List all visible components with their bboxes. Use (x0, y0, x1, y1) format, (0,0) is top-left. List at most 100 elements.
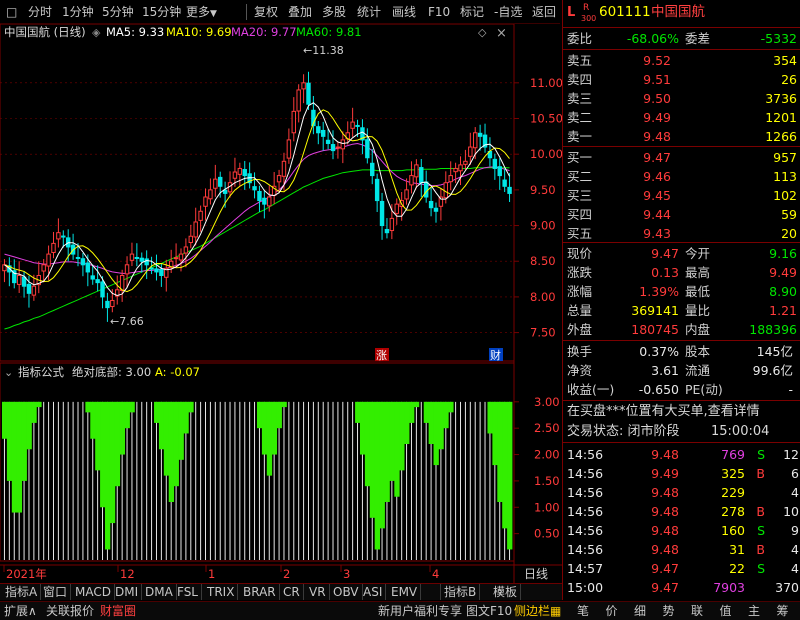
indicator-tab[interactable]: CR (280, 584, 304, 600)
remove-watchlist-button[interactable]: -自选 (494, 3, 522, 21)
diejia-button[interactable]: 叠加 (288, 3, 312, 21)
indicator-tab[interactable]: MACD (72, 584, 115, 600)
bid-row[interactable]: 买一 9.47 957 (563, 148, 800, 167)
fund-value: 145亿 (756, 344, 793, 359)
ask-row[interactable]: 卖二 9.49 1201 (563, 108, 800, 127)
related-quotes-button[interactable]: 关联报价 (46, 603, 94, 620)
indicator-name[interactable]: 指标公式 (18, 365, 64, 379)
panel-tab[interactable]: 价 (601, 603, 623, 620)
panel-tab[interactable]: 值 (715, 603, 737, 620)
indicator-tab[interactable]: 模板 (490, 584, 522, 600)
chart-title: 中国国航 (日线) (4, 25, 86, 39)
tab-15min[interactable]: 15分钟 (142, 3, 181, 21)
candle-body (355, 124, 360, 127)
indicator-green-bar (423, 401, 430, 423)
stat-label: 最高 (685, 265, 711, 280)
duogu-button[interactable]: 多股 (322, 3, 346, 21)
tab-1min[interactable]: 1分钟 (62, 3, 94, 21)
expand-button[interactable]: 扩展∧ (4, 603, 37, 620)
candle-body (90, 275, 95, 280)
legend-toggle-icon[interactable]: ◈ (92, 26, 101, 39)
ask-label: 卖五 (567, 53, 593, 68)
indicator-green-bar (154, 401, 160, 423)
bid-row[interactable]: 买二 9.46 113 (563, 167, 800, 186)
indicator-tab[interactable]: 窗口 (40, 584, 72, 600)
new-user-promo[interactable]: 新用户福利专享 (378, 603, 462, 620)
indicator-tab[interactable]: 指标A (2, 584, 42, 600)
bid-row[interactable]: 买五 9.43 20 (563, 224, 800, 243)
indicator-tab[interactable]: DMA (142, 584, 177, 600)
graphic-f10-button[interactable]: 图文F10 (466, 603, 512, 620)
index-300-indicator: 300 (581, 14, 597, 23)
indicator-tab[interactable]: OBV (330, 584, 363, 600)
caifu-circle-button[interactable]: 财富圈 (100, 603, 136, 620)
f10-button[interactable]: F10 (428, 3, 450, 21)
indicator-tab[interactable]: VR (306, 584, 330, 600)
tongji-button[interactable]: 统计 (357, 3, 381, 21)
ask-row[interactable]: 卖五 9.52 354 (563, 51, 800, 70)
tick-row: 15:00 9.47 7903 370 (563, 578, 800, 597)
indicator-green-bar (497, 401, 503, 502)
indicator-tab[interactable]: BRAR (240, 584, 280, 600)
indicator-tab[interactable]: 指标B (440, 584, 481, 600)
ask-row[interactable]: 卖一 9.48 1266 (563, 127, 800, 146)
biaoji-button[interactable]: 标记 (460, 3, 484, 21)
bid-row[interactable]: 买四 9.44 59 (563, 205, 800, 224)
day-label[interactable]: 日线 (524, 567, 548, 581)
y-tick-label: 1.00 (534, 500, 560, 514)
back-button[interactable]: 返回 (532, 3, 556, 21)
toolbar-checkbox[interactable]: □ (6, 3, 17, 21)
tick-side: B (756, 504, 765, 519)
chevron-right-icon[interactable]: › (498, 584, 503, 598)
candle-body (218, 176, 223, 187)
stock-name[interactable]: 中国国航 (651, 3, 705, 22)
tick-price: 9.48 (651, 485, 679, 500)
status-label: 交易状态: 闭市阶段 (567, 424, 680, 439)
stock-code: 601111 (599, 4, 651, 20)
panel-tab[interactable]: 细 (629, 603, 651, 620)
fuquan-button[interactable]: 复权 (254, 3, 278, 21)
tick-time: 15:00 (567, 580, 604, 595)
indicator-tab[interactable]: ASI (360, 584, 387, 600)
zhang-badge[interactable]: 涨 (376, 349, 387, 362)
ask-row[interactable]: 卖四 9.51 26 (563, 70, 800, 89)
kline-chart[interactable]: 11.0010.5010.009.509.008.508.007.50 中国国航… (0, 24, 562, 583)
candle-body (208, 189, 213, 200)
bid-row[interactable]: 买三 9.45 102 (563, 186, 800, 205)
panel-tab[interactable]: 笔 (572, 603, 594, 620)
tab-fenshi[interactable]: 分时 (28, 3, 52, 21)
candle-body (463, 160, 468, 165)
ask-row[interactable]: 卖三 9.50 3736 (563, 89, 800, 108)
panel-tab[interactable]: 势 (658, 603, 680, 620)
indicator-tab[interactable]: TRIX (204, 584, 239, 600)
panel-tab[interactable]: 主 (743, 603, 765, 620)
candlesticks (2, 71, 512, 322)
candle-body (21, 276, 27, 287)
candle-body (232, 171, 238, 179)
panel-tab[interactable]: 筹 (772, 603, 794, 620)
tab-5min[interactable]: 5分钟 (102, 3, 134, 21)
candle-body (473, 132, 478, 149)
candle-body (100, 281, 105, 298)
ma20-legend: MA20: 9.77 (231, 25, 297, 39)
diamond-icon[interactable]: ◇ (478, 26, 487, 39)
y-tick-label: 8.00 (530, 290, 556, 304)
chevron-down-icon[interactable]: ⌄ (4, 366, 13, 379)
indicator-tab[interactable]: FSL (174, 584, 202, 600)
sidebar-toggle[interactable]: 侧边栏▦ (514, 603, 561, 620)
huaxian-button[interactable]: 画线 (392, 3, 416, 21)
candle-body (507, 186, 512, 194)
close-icon[interactable]: × (496, 26, 507, 41)
tab-more[interactable]: 更多▼ (186, 3, 217, 21)
panel-tab[interactable]: 联 (686, 603, 708, 620)
candle-body (276, 175, 282, 183)
candle-body (173, 257, 179, 260)
candle-body (124, 264, 130, 275)
indicator-tab[interactable]: DMI (112, 584, 143, 600)
fund-row: 收益(一) -0.650 PE(动) - (563, 380, 800, 399)
tick-count: 4 (791, 485, 799, 500)
indicator-tab[interactable]: EMV (388, 584, 422, 600)
cai-badge[interactable]: 财 (490, 348, 501, 362)
indicator-green-bar (374, 401, 380, 550)
big-order-notice[interactable]: 在买盘***位置有大买单,查看详情 (563, 402, 800, 422)
